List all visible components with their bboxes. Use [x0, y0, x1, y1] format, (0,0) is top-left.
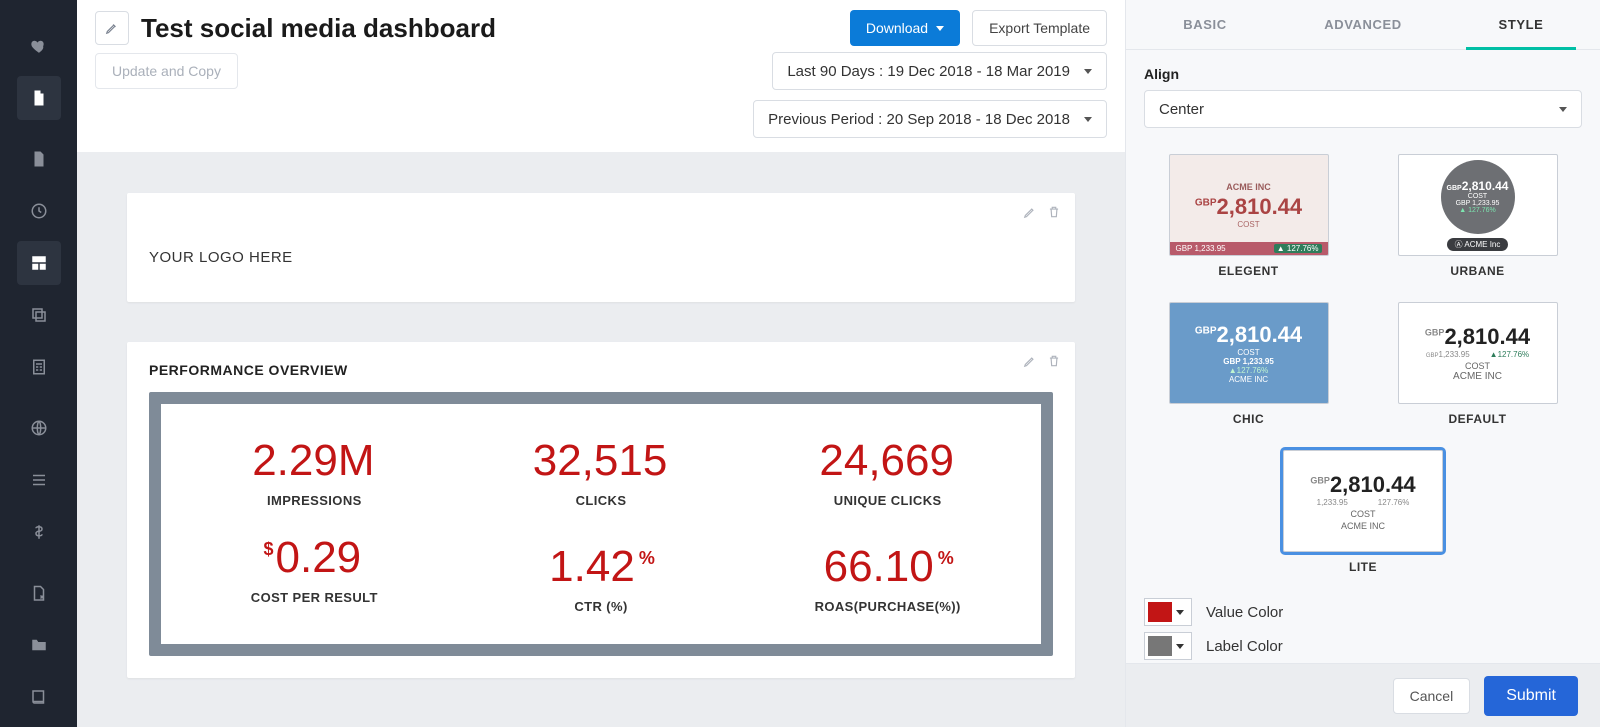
nav-list-icon[interactable]	[17, 458, 61, 502]
chevron-down-icon	[1084, 117, 1092, 122]
nav-book-icon[interactable]	[17, 675, 61, 719]
label-color-label: Label Color	[1206, 638, 1283, 655]
tab-advanced[interactable]: ADVANCED	[1284, 0, 1442, 49]
stat-widget[interactable]: 2.29M IMPRESSIONS 32,515 CLICKS 24,669 U…	[149, 392, 1053, 656]
logo-card[interactable]: YOUR LOGO HERE	[127, 193, 1075, 302]
subbar: Update and Copy Last 90 Days : 19 Dec 20…	[77, 52, 1125, 153]
stat-ctr: 1.42% CTR (%)	[458, 536, 745, 614]
theme-chic[interactable]: GBP2,810.44 COST GBP 1,233.95 ▲127.76% A…	[1164, 302, 1333, 426]
theme-preview: GBP2,810.44 COST GBP 1,233.95 ▲ 127.76% …	[1398, 154, 1558, 256]
nav-calc-icon[interactable]	[17, 345, 61, 389]
stat-impressions: 2.29M IMPRESSIONS	[171, 430, 458, 508]
tab-style[interactable]: STYLE	[1442, 0, 1600, 49]
stat-cost-per-result: $0.29 COST PER RESULT	[171, 536, 458, 614]
nav-export-icon[interactable]	[17, 572, 61, 616]
label-color-picker[interactable]	[1144, 632, 1192, 660]
nav-page-icon[interactable]	[17, 76, 61, 120]
topbar: Test social media dashboard Download Exp…	[77, 0, 1125, 52]
value-color-row: Value Color	[1144, 598, 1582, 626]
date-range-primary[interactable]: Last 90 Days : 19 Dec 2018 - 18 Mar 2019	[772, 52, 1107, 90]
trash-icon[interactable]	[1047, 354, 1061, 368]
chevron-down-icon	[1559, 107, 1567, 112]
stat-roas: 66.10% ROAS(PURCHASE(%))	[744, 536, 1031, 614]
value-color-swatch	[1148, 602, 1172, 622]
theme-preview: ACME INC GBP2,810.44 COST GBP 1,233.95▲ …	[1169, 154, 1329, 256]
theme-name: CHIC	[1233, 412, 1264, 426]
theme-preview: GBP2,810.44 COST GBP 1,233.95 ▲127.76% A…	[1169, 302, 1329, 404]
theme-grid: ACME INC GBP2,810.44 COST GBP 1,233.95▲ …	[1144, 146, 1582, 592]
export-template-button[interactable]: Export Template	[972, 10, 1107, 46]
chevron-down-icon	[1176, 644, 1184, 649]
date-range-primary-label: Last 90 Days : 19 Dec 2018 - 18 Mar 2019	[787, 63, 1070, 80]
theme-name: DEFAULT	[1449, 412, 1507, 426]
chevron-down-icon	[1176, 610, 1184, 615]
edit-title-button[interactable]	[95, 11, 129, 45]
theme-urbane[interactable]: GBP2,810.44 COST GBP 1,233.95 ▲ 127.76% …	[1393, 154, 1562, 278]
theme-default[interactable]: GBP2,810.44 GBP1,233.95▲127.76% COST ACM…	[1393, 302, 1562, 426]
theme-name: ELEGENT	[1218, 264, 1278, 278]
value-color-label: Value Color	[1206, 604, 1283, 621]
date-range-secondary-label: Previous Period : 20 Sep 2018 - 18 Dec 2…	[768, 111, 1070, 128]
download-button[interactable]: Download	[850, 10, 960, 46]
theme-elegent[interactable]: ACME INC GBP2,810.44 COST GBP 1,233.95▲ …	[1164, 154, 1333, 278]
label-color-row: Label Color	[1144, 632, 1582, 660]
main-area: Test social media dashboard Download Exp…	[77, 0, 1125, 727]
value-color-picker[interactable]	[1144, 598, 1192, 626]
chevron-down-icon	[1084, 69, 1092, 74]
nav-dollar-icon[interactable]	[17, 510, 61, 554]
cancel-button[interactable]: Cancel	[1393, 678, 1471, 714]
nav-copy-icon[interactable]	[17, 293, 61, 337]
label-color-swatch	[1148, 636, 1172, 656]
download-label: Download	[866, 20, 928, 36]
nav-clock-icon[interactable]	[17, 189, 61, 233]
canvas: YOUR LOGO HERE PERFORMANCE OVERVIEW 2.29…	[77, 153, 1125, 727]
style-panel: BASIC ADVANCED STYLE Align Center ACME I…	[1125, 0, 1600, 727]
stat-clicks: 32,515 CLICKS	[458, 430, 745, 508]
panel-tabs: BASIC ADVANCED STYLE	[1126, 0, 1600, 50]
nav-layout-icon[interactable]	[17, 241, 61, 285]
panel-footer: Cancel Submit	[1126, 663, 1600, 727]
trash-icon[interactable]	[1047, 205, 1061, 219]
align-value: Center	[1159, 101, 1204, 118]
edit-icon[interactable]	[1023, 354, 1037, 368]
left-nav	[0, 0, 77, 727]
nav-globe-icon[interactable]	[17, 406, 61, 450]
page-title: Test social media dashboard	[141, 13, 496, 44]
date-range-secondary[interactable]: Previous Period : 20 Sep 2018 - 18 Dec 2…	[753, 100, 1107, 138]
theme-preview: GBP2,810.44 1,233.95127.76% COST ACME IN…	[1283, 450, 1443, 552]
chevron-down-icon	[936, 26, 944, 31]
edit-icon[interactable]	[1023, 205, 1037, 219]
theme-name: LITE	[1349, 560, 1377, 574]
update-copy-button[interactable]: Update and Copy	[95, 53, 238, 89]
submit-button[interactable]: Submit	[1484, 676, 1578, 716]
align-select[interactable]: Center	[1144, 90, 1582, 128]
nav-file-icon[interactable]	[17, 138, 61, 182]
section-title: PERFORMANCE OVERVIEW	[149, 362, 1053, 378]
stat-unique-clicks: 24,669 UNIQUE CLICKS	[744, 430, 1031, 508]
align-label: Align	[1144, 66, 1582, 82]
theme-lite[interactable]: GBP2,810.44 1,233.95127.76% COST ACME IN…	[1283, 450, 1443, 574]
nav-heart-icon[interactable]	[17, 24, 61, 68]
logo-placeholder: YOUR LOGO HERE	[149, 249, 1053, 266]
performance-card[interactable]: PERFORMANCE OVERVIEW 2.29M IMPRESSIONS 3…	[127, 342, 1075, 678]
nav-folder-icon[interactable]	[17, 623, 61, 667]
tab-basic[interactable]: BASIC	[1126, 0, 1284, 49]
theme-preview: GBP2,810.44 GBP1,233.95▲127.76% COST ACM…	[1398, 302, 1558, 404]
theme-name: URBANE	[1450, 264, 1504, 278]
